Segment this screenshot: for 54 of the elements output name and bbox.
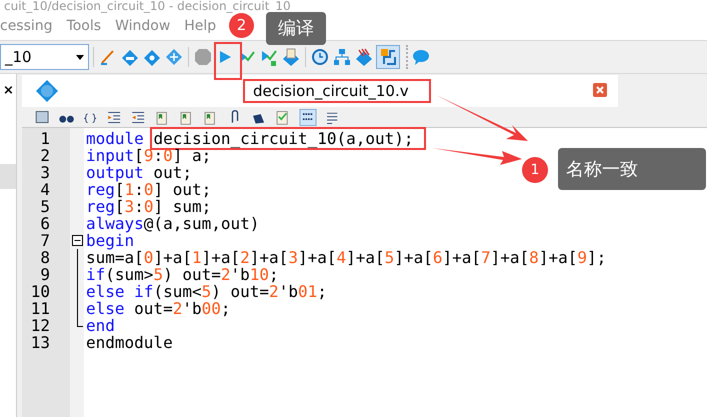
code-line: always@(a,sum,out) [86,215,260,232]
line-numbers-icon[interactable] [298,108,318,126]
caret-icon [76,54,84,60]
line-number: 4 [40,181,51,198]
diamond-stripes-icon[interactable] [354,47,374,67]
code-line: sum=a[0]+a[1]+a[2]+a[3]+a[4]+a[5]+a[6]+a[7]+a[8]+a[9]; [86,249,606,266]
code-text: decision_circuit_10(a,out); [153,130,414,147]
annotation-callout: 名称一致 [558,148,706,190]
fold-end-line [77,317,83,327]
clock-icon[interactable] [310,47,330,67]
code-line: input[9:0] a; [86,147,212,164]
line-number: 3 [40,164,51,181]
project-dropdown[interactable]: _10 [0,44,89,70]
line-number: 6 [40,215,51,232]
line-number: 5 [40,198,51,215]
menu-item[interactable]: cessing [0,16,53,36]
menu-item[interactable]: Help [184,16,216,36]
code-line: reg[3:0] sum; [86,198,212,215]
code-line: else out=2'b00; [86,300,231,317]
line-number: 9 [40,266,51,283]
code-line: endmodule [86,334,173,351]
diamond-document-icon[interactable] [281,47,301,67]
menu-item[interactable]: Tools [66,16,102,36]
code-line: else if(sum<5) out=2'b01; [86,283,327,300]
code-line: begin [86,232,134,249]
close-icon[interactable] [593,83,607,97]
close-button[interactable]: × [3,84,16,97]
tab-title: decision_circuit_10.v [253,83,409,99]
stop-icon[interactable] [193,47,213,67]
line-number: 13 [30,334,51,351]
diamond-grid-icon[interactable] [164,47,184,67]
line-number: 7 [40,232,51,249]
code-line: end [86,317,115,334]
code-line: module [86,130,145,147]
line-number: 8 [40,249,51,266]
window-title: cuit_10/decision_circuit_10 - decision_circuit_10 [3,0,291,12]
menu-item[interactable]: Window [115,16,170,36]
panel-row-highlight [0,164,16,189]
chip-icon[interactable] [376,45,400,69]
speech-bubble-icon[interactable] [411,47,431,67]
code-line: output out; [86,164,192,181]
abc-diamond-icon [35,79,59,103]
line-number: 2 [40,147,51,164]
line-number: 1 [40,130,51,147]
annotation-callout: 编译 [266,12,326,45]
code-line: reg[1:0] out; [86,181,212,198]
code-line: if(sum>5) out=2'b10; [86,266,279,283]
step-badge: 2 [229,13,254,38]
hierarchy-icon[interactable] [332,47,352,67]
line-number: 10 [30,283,51,300]
fold-marker-icon[interactable] [72,235,83,246]
line-number: 12 [30,317,51,334]
editor-tab[interactable]: decision_circuit_10.v [22,75,618,107]
line-number: 11 [30,300,51,317]
